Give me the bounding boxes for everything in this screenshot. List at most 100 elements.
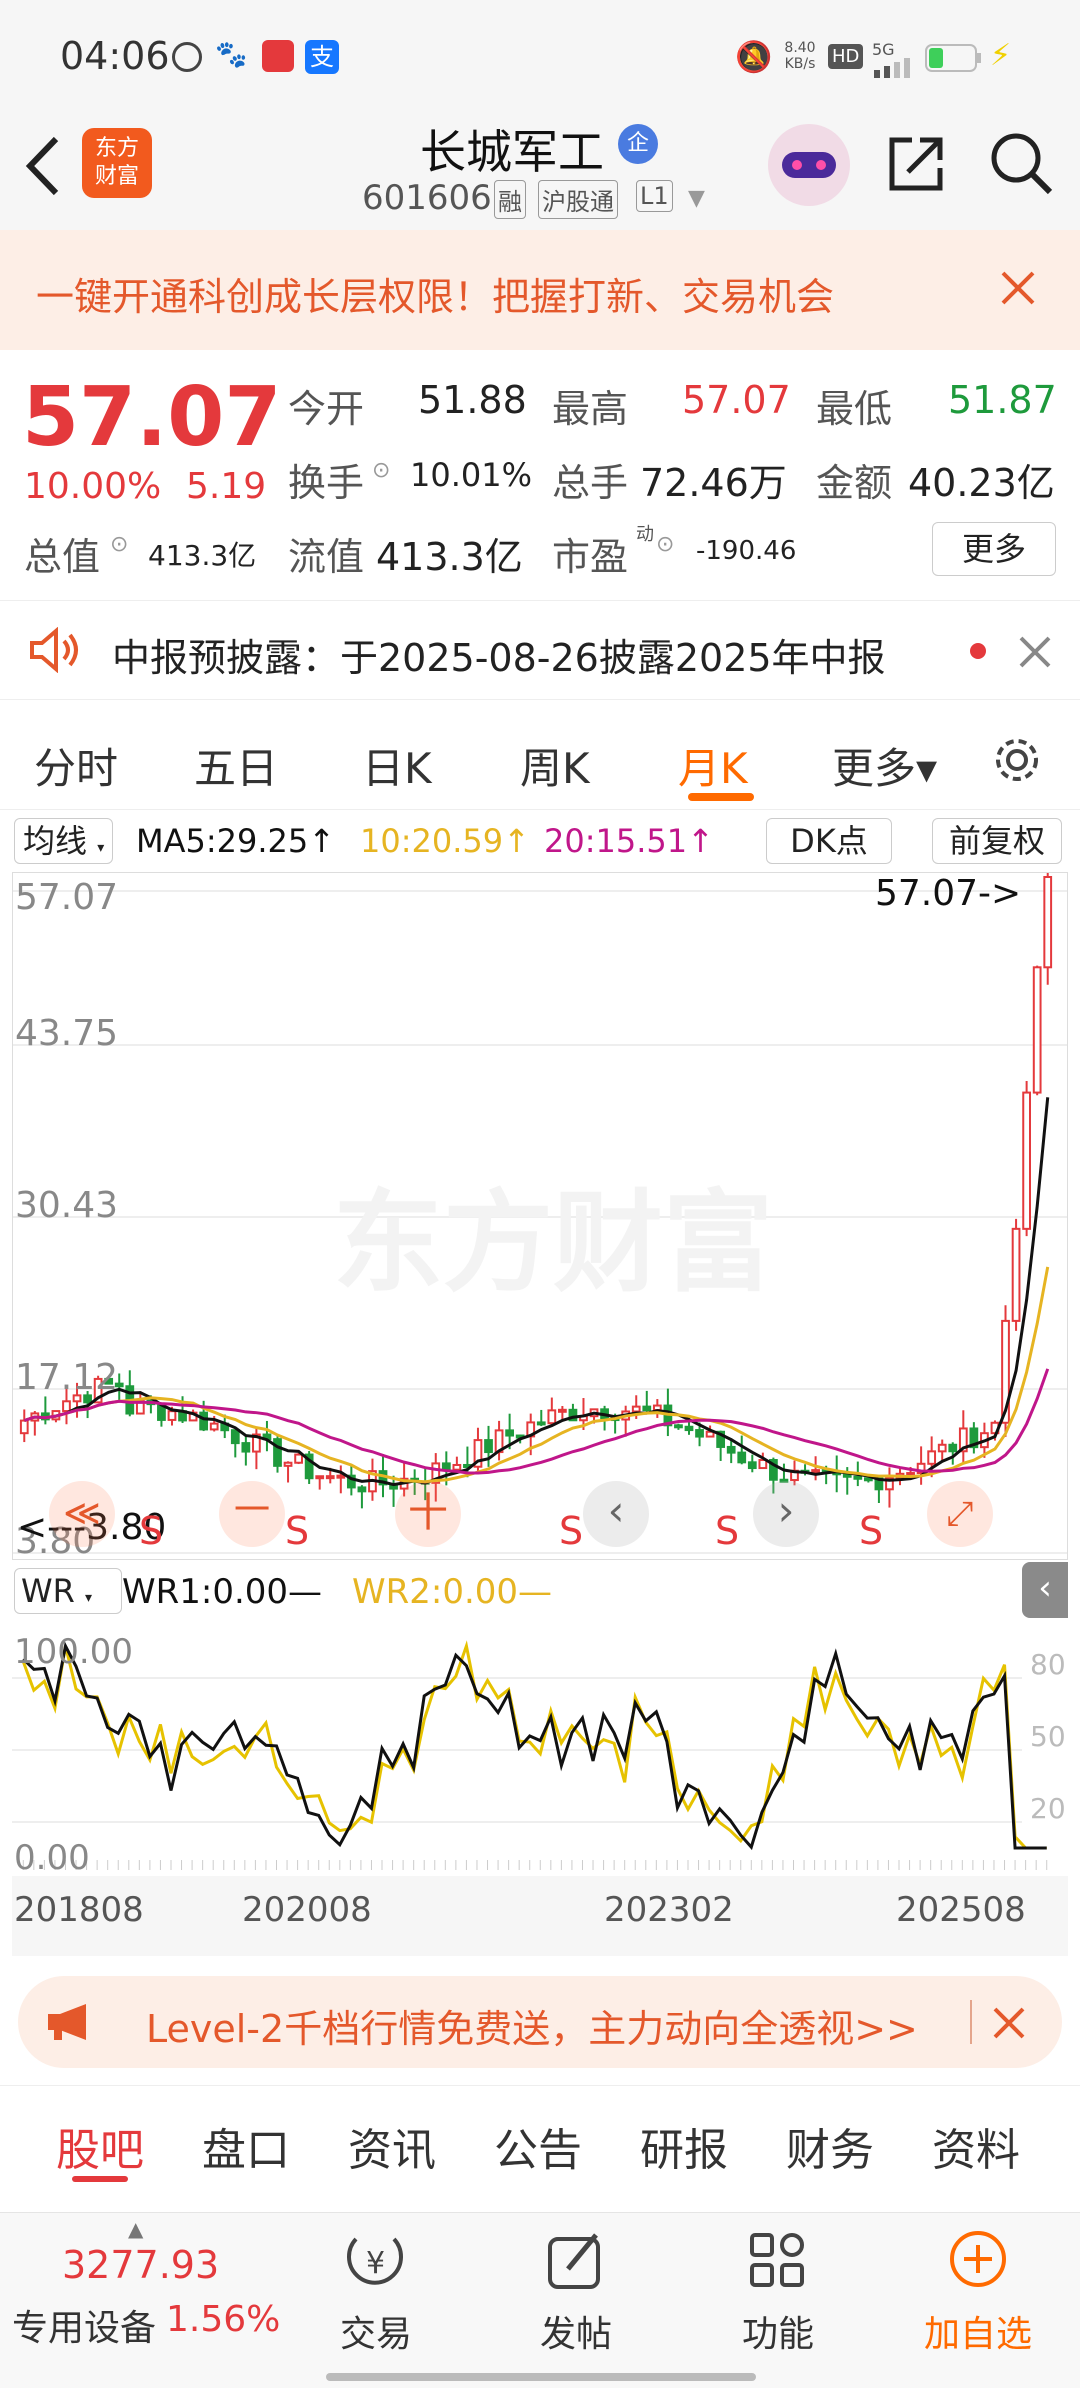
tab-announcement[interactable]: 公告 bbox=[494, 2114, 582, 2178]
promo-close-icon[interactable] bbox=[1000, 270, 1036, 306]
k-candle bbox=[294, 1453, 303, 1464]
post-edit-icon[interactable] bbox=[544, 2229, 608, 2293]
amount-label: 金额 bbox=[816, 461, 893, 505]
k-candle bbox=[484, 1439, 493, 1454]
battery-icon bbox=[925, 44, 981, 72]
signal-s-2: S bbox=[285, 1509, 310, 1553]
pe-label: 市盈 bbox=[552, 535, 629, 579]
tab-pankou[interactable]: 盘口 bbox=[202, 2114, 290, 2178]
index-value[interactable]: 3277.93 bbox=[62, 2243, 219, 2287]
back-icon[interactable] bbox=[22, 135, 62, 197]
k-candle bbox=[927, 1450, 937, 1465]
k-candle bbox=[209, 1422, 219, 1431]
tab-intraday[interactable]: 分时 bbox=[34, 735, 118, 796]
net-speed: 8.40 KB/s bbox=[784, 40, 816, 72]
tab-daily-k[interactable]: 日K bbox=[362, 735, 432, 796]
pe-info-icon[interactable]: ⊙ bbox=[656, 532, 674, 557]
notice-close-icon[interactable] bbox=[1018, 635, 1052, 669]
adjust-price-button[interactable]: 前复权 bbox=[932, 818, 1062, 864]
signal-s-3: S bbox=[559, 1509, 584, 1553]
k-candle bbox=[1011, 1227, 1021, 1322]
k-candle bbox=[536, 1421, 546, 1426]
assistant-avatar[interactable] bbox=[768, 124, 850, 206]
promo-banner[interactable]: 一键开通科创成长层权限！把握打新、交易机会 bbox=[0, 230, 1080, 350]
k-candle bbox=[906, 1472, 915, 1477]
kline-chart[interactable]: 东方财富 57.07 43.75 30.43 17.12 3.80 57.07-… bbox=[12, 872, 1068, 1562]
k-app-icon bbox=[172, 42, 202, 72]
eastmoney-logo: 东方 财富 bbox=[82, 128, 152, 198]
tab-research[interactable]: 研报 bbox=[640, 2114, 728, 2178]
fullscreen-button[interactable]: ⤢ bbox=[927, 1481, 993, 1547]
code-dropdown-icon[interactable]: ▼ bbox=[688, 186, 705, 211]
turnover-info-icon[interactable]: ⊙ bbox=[372, 458, 390, 483]
scroll-left-button[interactable]: ‹ bbox=[583, 1481, 649, 1547]
tab-more[interactable]: 更多▾ bbox=[832, 735, 937, 796]
zoom-out-button[interactable]: 一 bbox=[219, 1481, 285, 1547]
wr-chart[interactable]: 100.00 0.00 80 50 20 bbox=[12, 1620, 1068, 1878]
k-candle bbox=[1022, 1091, 1031, 1230]
ma10-value: 10:20.59↑ bbox=[360, 822, 530, 860]
notice-bar[interactable]: 中报预披露：于2025-08-26披露2025年中报 bbox=[0, 600, 1080, 700]
more-quote-button[interactable]: 更多 bbox=[932, 522, 1056, 576]
k-candle bbox=[273, 1438, 282, 1467]
scroll-right-button[interactable]: › bbox=[753, 1481, 819, 1547]
signal-s-4: S bbox=[715, 1509, 740, 1553]
change-pct: 10.00% bbox=[24, 466, 162, 507]
k-candle bbox=[167, 1410, 177, 1421]
baidu-icon: 🐾 bbox=[215, 40, 248, 70]
ma-select-button[interactable]: 均线 ▾ bbox=[14, 818, 114, 864]
index-change[interactable]: 1.56% bbox=[166, 2299, 280, 2340]
share-icon[interactable] bbox=[884, 132, 948, 196]
collapse-panel-button[interactable]: ‹ bbox=[1022, 1562, 1068, 1618]
function-grid-icon[interactable] bbox=[746, 2229, 810, 2293]
level2-banner[interactable]: Level-2千档行情免费送，主力动向全透视>> bbox=[18, 1976, 1062, 2068]
k-candle bbox=[811, 1469, 820, 1474]
mcap-value: 413.3亿 bbox=[148, 539, 257, 572]
add-watchlist-icon[interactable] bbox=[946, 2227, 1010, 2291]
quote-panel: 57.07 10.00% 5.19 今开 51.88 最高 57.07 最低 5… bbox=[0, 350, 1080, 590]
index-name[interactable]: 专用设备 bbox=[12, 2299, 156, 2351]
settings-gear-icon[interactable] bbox=[990, 733, 1044, 787]
stock-header: 东方 财富 长城军工 企 601606 融 沪股通 L1 ▼ bbox=[0, 110, 1080, 230]
wr-y-max: 100.00 bbox=[14, 1632, 133, 1672]
search-icon[interactable] bbox=[988, 130, 1054, 196]
mcap-info-icon[interactable]: ⊙ bbox=[110, 532, 128, 557]
level2-close-icon[interactable] bbox=[992, 2006, 1026, 2040]
last-price: 57.07 bbox=[22, 370, 282, 465]
wr-select-button[interactable]: WR ▾ bbox=[14, 1568, 122, 1614]
trade-yen-icon[interactable]: ¥ bbox=[340, 2229, 410, 2293]
k-candle bbox=[642, 1405, 652, 1412]
turnover-value: 10.01% bbox=[410, 456, 533, 494]
function-label[interactable]: 功能 bbox=[742, 2305, 814, 2357]
trade-label[interactable]: 交易 bbox=[340, 2305, 412, 2357]
tab-news[interactable]: 资讯 bbox=[348, 2114, 436, 2178]
dk-point-button[interactable]: DK点 bbox=[766, 818, 892, 864]
hd-badge: HD bbox=[828, 44, 864, 69]
date-label-1: 201808 bbox=[14, 1890, 144, 1930]
post-label[interactable]: 发帖 bbox=[540, 2305, 612, 2357]
meituan-icon bbox=[262, 40, 294, 72]
tab-profile[interactable]: 资料 bbox=[932, 2114, 1020, 2178]
low-label: 最低 bbox=[816, 387, 893, 431]
mcap-label: 总值 bbox=[24, 535, 101, 579]
date-label-2: 202008 bbox=[242, 1890, 372, 1930]
wr-indicator-bar: WR ▾ WR1:0.00— WR2:0.00— ‹ bbox=[12, 1562, 1068, 1620]
tab-five-day[interactable]: 五日 bbox=[194, 735, 278, 796]
date-label-3: 202302 bbox=[604, 1890, 734, 1930]
index-expand-icon[interactable]: ▲ bbox=[128, 2217, 143, 2241]
add-watchlist-label[interactable]: 加自选 bbox=[924, 2305, 1032, 2357]
change-abs: 5.19 bbox=[186, 466, 267, 507]
k-candle bbox=[547, 1409, 557, 1425]
tab-monthly-k[interactable]: 月K bbox=[678, 735, 748, 796]
k-candle bbox=[863, 1477, 873, 1482]
tab-guba[interactable]: 股吧 bbox=[56, 2114, 144, 2178]
signal-icon bbox=[874, 58, 910, 78]
k-candle bbox=[357, 1486, 367, 1493]
zoom-in-button[interactable]: 十 bbox=[395, 1481, 461, 1547]
active-tab-indicator bbox=[688, 793, 754, 801]
scroll-left-fast-button[interactable]: ≪ bbox=[49, 1481, 115, 1547]
k-candle bbox=[315, 1475, 325, 1480]
tab-finance[interactable]: 财务 bbox=[786, 2114, 874, 2178]
tab-weekly-k[interactable]: 周K bbox=[520, 735, 590, 796]
high-label: 最高 bbox=[552, 387, 629, 431]
